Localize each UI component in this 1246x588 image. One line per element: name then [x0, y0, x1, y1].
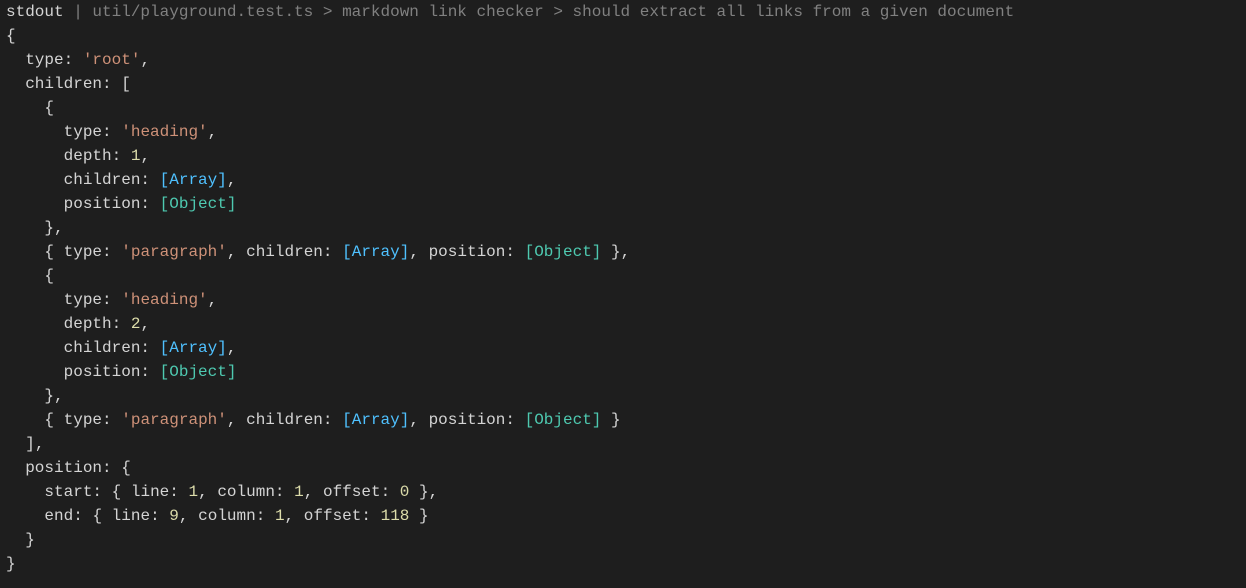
start-line: 1 — [188, 483, 198, 501]
output-header: stdout | util/playground.test.ts > markd… — [6, 3, 1014, 21]
key-end: end — [44, 507, 73, 525]
key-offset: offset — [323, 483, 381, 501]
terminal-output: stdout | util/playground.test.ts > markd… — [0, 0, 1246, 576]
key-line: line — [131, 483, 169, 501]
end-offset: 118 — [381, 507, 410, 525]
brace-close: } — [6, 555, 16, 573]
start-column: 1 — [294, 483, 304, 501]
value-paragraph: 'paragraph' — [121, 243, 227, 261]
key-depth: depth — [64, 147, 112, 165]
stdout-label: stdout — [6, 3, 64, 21]
start-offset: 0 — [400, 483, 410, 501]
value-depth-2: 2 — [131, 315, 141, 333]
value-depth-1: 1 — [131, 147, 141, 165]
value-root: 'root' — [83, 51, 141, 69]
array-ref: [Array] — [160, 171, 227, 189]
key-children: children — [25, 75, 102, 93]
brace-open: { — [6, 27, 16, 45]
key-start: start — [44, 483, 92, 501]
end-line: 9 — [169, 507, 179, 525]
key-column: column — [217, 483, 275, 501]
value-heading: 'heading' — [121, 123, 207, 141]
header-path: | util/playground.test.ts > markdown lin… — [64, 3, 1015, 21]
key-type: type — [25, 51, 63, 69]
key-position: position — [64, 195, 141, 213]
end-column: 1 — [275, 507, 285, 525]
object-ref: [Object] — [160, 195, 237, 213]
